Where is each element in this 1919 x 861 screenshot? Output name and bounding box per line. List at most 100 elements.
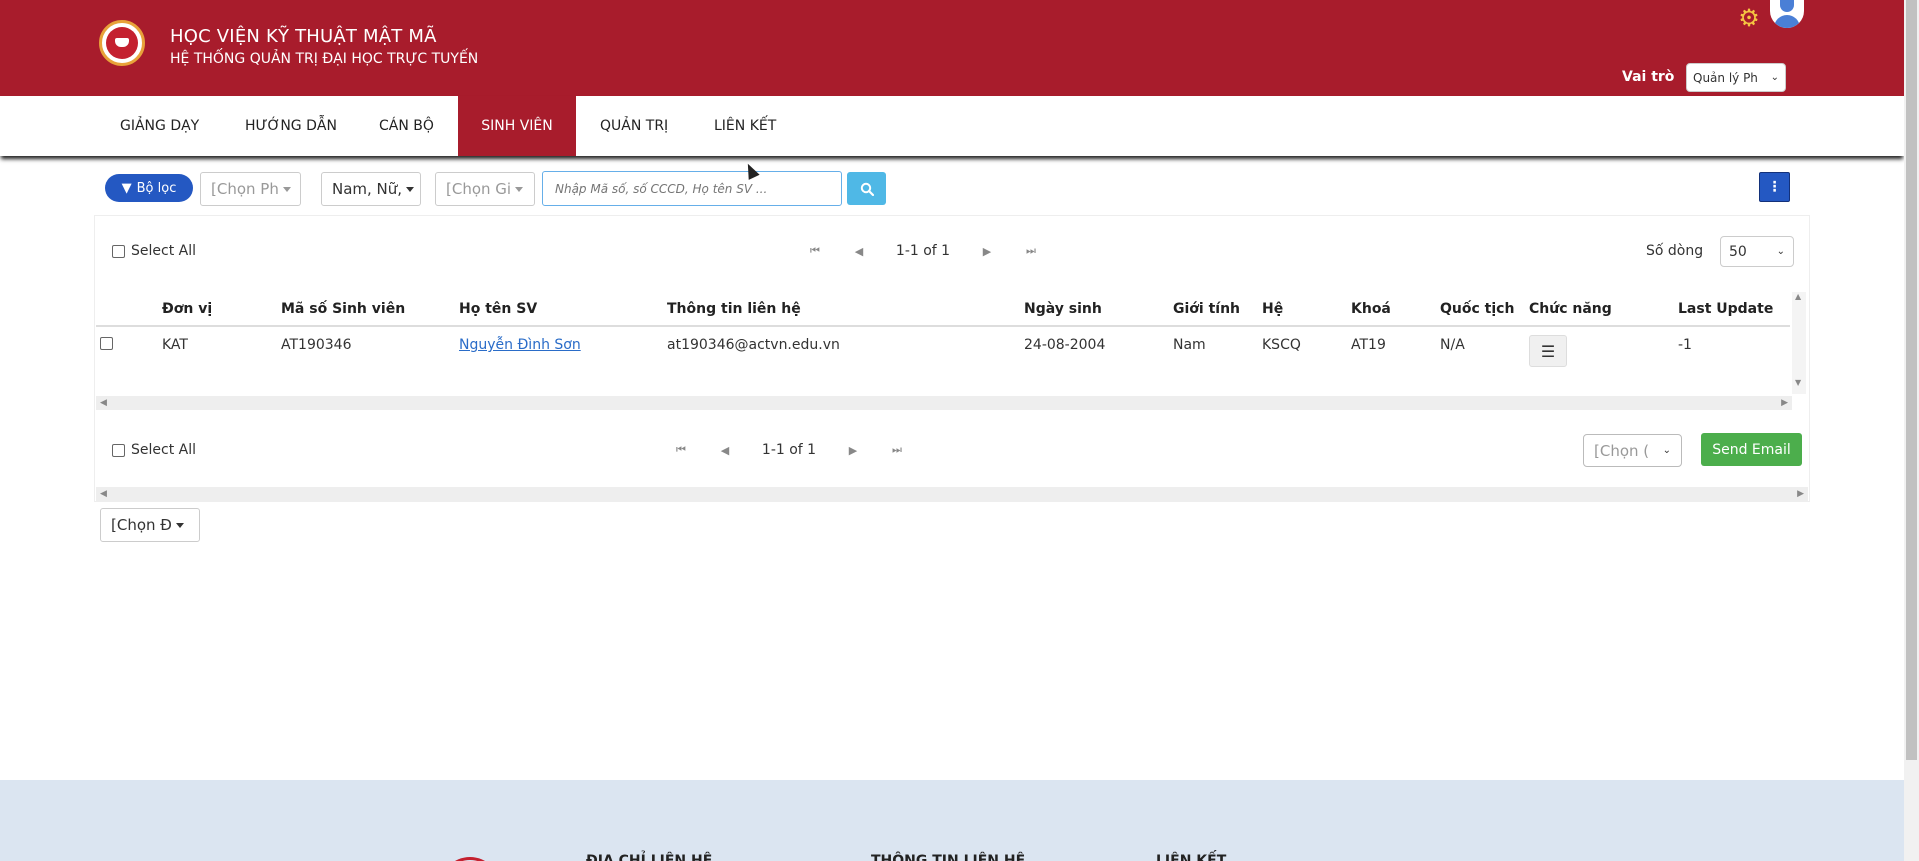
header-last-update[interactable]: Last Update (1674, 292, 1790, 327)
cell-actions: ☰ (1525, 326, 1674, 374)
header-system[interactable]: Hệ (1258, 292, 1347, 327)
prev-page-icon[interactable]: ◀ (703, 444, 747, 457)
nav-item-lien-ket[interactable]: LIÊN KẾT (694, 96, 796, 156)
student-name-link[interactable]: Nguyễn Đình Sơn (459, 337, 581, 353)
prev-page-icon[interactable]: ◀ (837, 245, 881, 258)
gender-dropdown-value: Nam, Nữ, (332, 180, 403, 198)
department-dropdown[interactable]: [Chọn Ph (200, 172, 301, 206)
scroll-left-icon[interactable]: ◀ (100, 487, 107, 501)
cell-contact: at190346@actvn.edu.vn (667, 337, 840, 353)
rows-per-page-select[interactable]: 50 ⌄ (1720, 236, 1794, 267)
nav-item-can-bo[interactable]: CÁN BỘ (359, 96, 454, 156)
scroll-up-icon[interactable]: ▲ (1795, 292, 1801, 301)
main-nav: GIẢNG DẠY HƯỚNG DẪN CÁN BỘ SINH VIÊN QUẢ… (0, 96, 1904, 156)
page-scrollbar[interactable] (1904, 0, 1919, 861)
pagination-bottom: ⏮ ◀ 1-1 of 1 ▶ ⏭ (659, 442, 919, 458)
nav-item-huong-dan[interactable]: HƯỚNG DẪN (225, 96, 357, 156)
header-unit[interactable]: Đơn vị (158, 292, 277, 327)
footer-links-heading: LIÊN KẾT (1156, 853, 1227, 861)
footer-contact-heading: THÔNG TIN LIÊN HỆ (871, 853, 1026, 861)
filter-icon: ▼ (121, 180, 132, 196)
header-actions: Chức năng (1525, 292, 1674, 327)
scroll-right-icon[interactable]: ▶ (1797, 487, 1804, 501)
header-cohort[interactable]: Khoá (1347, 292, 1436, 327)
nav-item-quan-tri[interactable]: QUẢN TRỊ (580, 96, 688, 156)
select-all-label: Select All (131, 243, 196, 259)
select-all-checkbox[interactable] (112, 244, 125, 258)
logo-emblem (106, 27, 138, 59)
search-button[interactable] (847, 172, 886, 205)
vertical-dots-icon: ⋮ (1767, 179, 1782, 195)
header-student-id[interactable]: Mã số Sinh viên (277, 292, 455, 327)
filter-button[interactable]: ▼ Bộ lọc (105, 174, 193, 202)
nav-item-giang-day[interactable]: GIẢNG DẠY (100, 96, 219, 156)
select-all-label-bottom: Select All (131, 442, 196, 458)
scroll-right-icon[interactable]: ▶ (1781, 396, 1788, 410)
search-input[interactable] (542, 171, 842, 206)
chevron-down-icon: ⌄ (1662, 445, 1671, 456)
org-title: HỌC VIỆN KỸ THUẬT MẬT MÃ (170, 26, 437, 47)
rows-per-page-value: 50 (1729, 243, 1747, 260)
caret-down-icon (282, 186, 291, 192)
chevron-down-icon: ⌄ (1776, 246, 1785, 257)
footer-address-heading: ĐỊA CHỈ LIÊN HỆ (586, 853, 713, 861)
bulk-action-select[interactable]: [Chọn ( ⌄ (1583, 434, 1682, 467)
pagination-text-bottom: 1-1 of 1 (761, 442, 817, 458)
page-scrollbar-thumb[interactable] (1906, 0, 1917, 760)
select-all-bottom[interactable]: Select All (112, 442, 196, 458)
role-select-value: Quản lý Ph (1693, 70, 1758, 85)
hamburger-icon: ☰ (1540, 341, 1556, 361)
cell-dob: 24-08-2004 (1024, 337, 1106, 353)
role-select[interactable]: Quản lý Ph ⌄ (1686, 63, 1786, 92)
next-page-icon[interactable]: ▶ (965, 245, 1009, 258)
app-header: HỌC VIỆN KỸ THUẬT MẬT MÃ HỆ THỐNG QUẢN T… (0, 0, 1904, 96)
unit-dropdown[interactable]: [Chọn Đ (100, 508, 200, 542)
page-footer (0, 780, 1904, 861)
header-contact[interactable]: Thông tin liên hệ (663, 292, 1020, 327)
row-checkbox[interactable] (100, 337, 113, 350)
table-header-row: Đơn vị Mã số Sinh viên Họ tên SV Thông t… (96, 292, 1790, 327)
gear-icon[interactable]: ⚙ (1737, 6, 1761, 30)
cell-unit: KAT (162, 337, 188, 353)
table-vertical-scrollbar[interactable]: ▲ ▼ (1792, 292, 1806, 394)
scroll-left-icon[interactable]: ◀ (100, 396, 107, 410)
search-icon (860, 182, 874, 196)
cell-cohort: AT19 (1351, 337, 1386, 353)
select-all-top[interactable]: Select All (112, 243, 196, 259)
first-page-icon[interactable]: ⏮ (659, 443, 703, 457)
select-all-checkbox-bottom[interactable] (112, 443, 125, 457)
last-page-icon[interactable]: ⏭ (1009, 244, 1053, 258)
header-name[interactable]: Họ tên SV (455, 292, 663, 327)
rows-per-page-label: Số dòng (1646, 243, 1704, 259)
gender-dropdown[interactable]: Nam, Nữ, (321, 172, 421, 206)
panel-horizontal-scrollbar[interactable]: ◀ ▶ (96, 487, 1808, 501)
header-nationality[interactable]: Quốc tịch (1436, 292, 1525, 327)
more-options-button[interactable]: ⋮ (1759, 172, 1790, 202)
next-page-icon[interactable]: ▶ (831, 444, 875, 457)
caret-down-icon (406, 186, 415, 192)
header-select (96, 292, 158, 327)
scroll-down-icon[interactable]: ▼ (1795, 378, 1801, 387)
row-action-menu-button[interactable]: ☰ (1529, 335, 1567, 367)
role-label: Vai trò (1622, 69, 1675, 85)
send-email-button[interactable]: Send Email (1701, 433, 1802, 466)
avatar[interactable] (1770, 0, 1804, 28)
cell-last-update: -1 (1678, 337, 1692, 353)
third-filter-dropdown[interactable]: [Chọn Gi (435, 172, 535, 206)
academy-logo[interactable] (99, 20, 145, 66)
bulk-action-value: [Chọn ( (1594, 441, 1650, 460)
header-gender[interactable]: Giới tính (1169, 292, 1258, 327)
row-select-cell (96, 326, 158, 374)
chevron-down-icon: ⌄ (1770, 72, 1779, 83)
table-horizontal-scrollbar[interactable]: ◀ ▶ (96, 396, 1792, 410)
unit-dropdown-value: [Chọn Đ (111, 516, 172, 534)
pagination-top: ⏮ ◀ 1-1 of 1 ▶ ⏭ (793, 243, 1053, 259)
third-filter-dropdown-value: [Chọn Gi (446, 180, 512, 198)
cell-gender: Nam (1173, 337, 1206, 353)
cell-student-id: AT190346 (281, 337, 352, 353)
last-page-icon[interactable]: ⏭ (875, 443, 919, 457)
nav-item-sinh-vien[interactable]: SINH VIÊN (458, 96, 576, 156)
header-dob[interactable]: Ngày sinh (1020, 292, 1169, 327)
filter-button-label: Bộ lọc (136, 180, 177, 196)
first-page-icon[interactable]: ⏮ (793, 244, 837, 258)
